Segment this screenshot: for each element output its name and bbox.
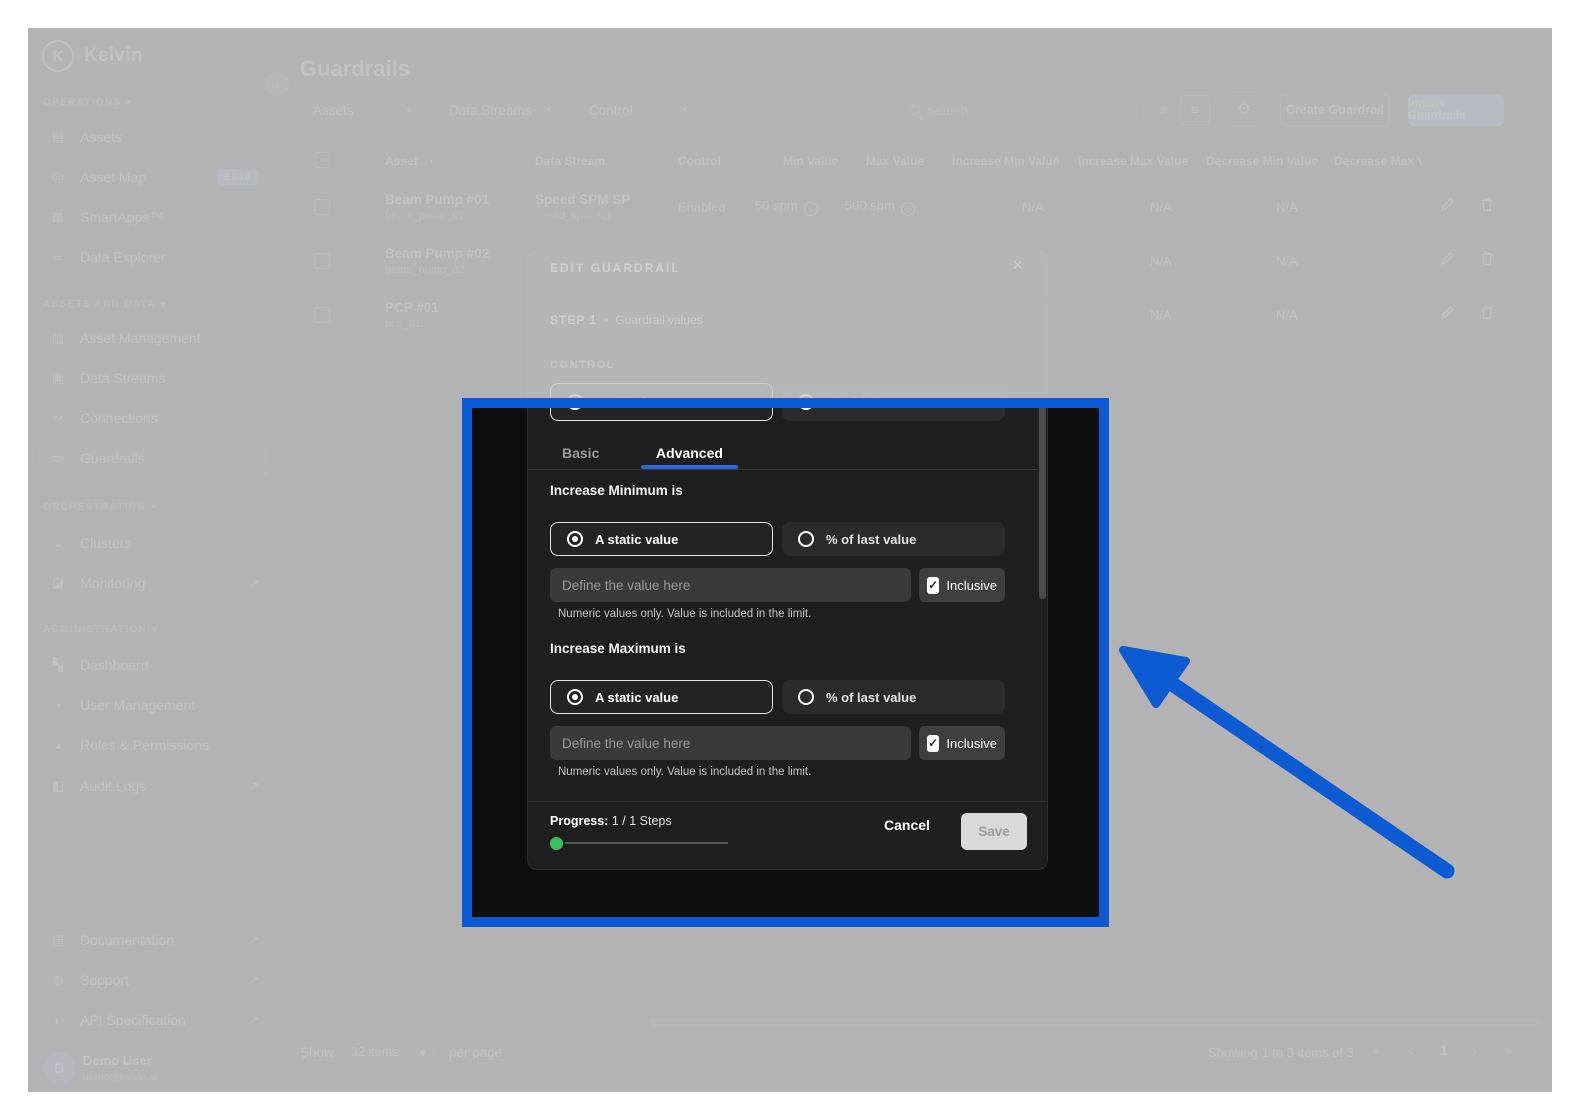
- control-label: CONTROL: [550, 359, 615, 371]
- step-indicator: STEP 1 • Guardrail values: [550, 313, 703, 327]
- modal-title: EDIT GUARDRAIL: [550, 261, 681, 275]
- highlight-box: [462, 398, 1109, 927]
- screenshot-stage: K Kelvin OPERATIONS ▾ ▤ Assets ◎ Asset Ma…: [0, 0, 1580, 1120]
- bullet-icon: •: [604, 313, 609, 327]
- close-icon[interactable]: ×: [1012, 255, 1023, 276]
- modal-divider: [528, 296, 1047, 297]
- app-window: K Kelvin OPERATIONS ▾ ▤ Assets ◎ Asset Ma…: [28, 28, 1552, 1092]
